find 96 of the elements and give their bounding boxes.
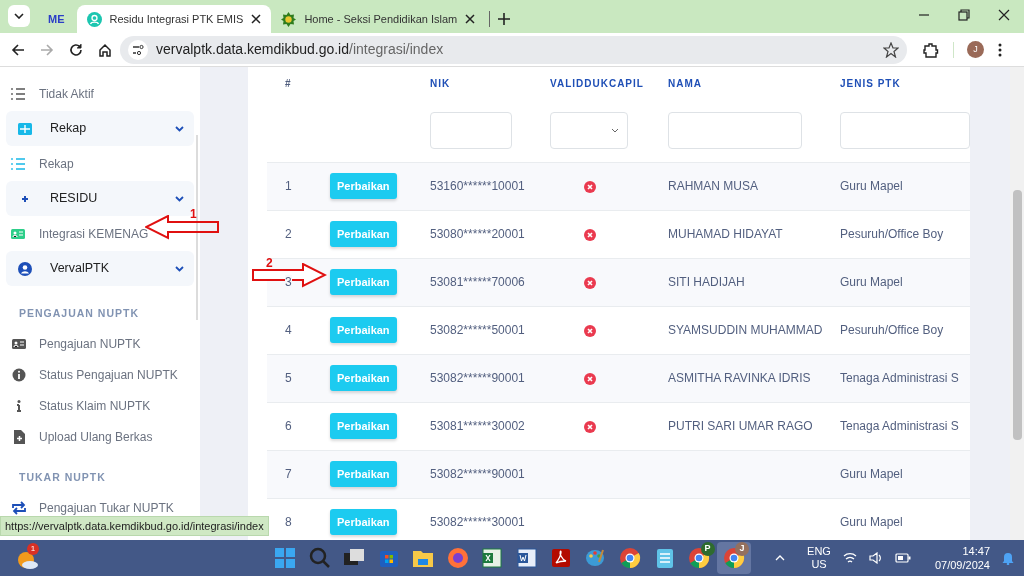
section-heading: PENGAJUAN NUPTK <box>18 306 140 322</box>
close-icon[interactable] <box>465 14 476 24</box>
menu-group[interactable]: Rekap <box>6 111 194 146</box>
column-header: # <box>284 77 293 91</box>
site-settings-icon[interactable] <box>128 39 148 60</box>
type-cell: Pesuruh/Office Boy <box>820 210 970 258</box>
row-number: 5 <box>285 371 292 385</box>
tab-title: Residu Integrasi PTK EMIS <box>109 11 244 27</box>
menu-item[interactable]: Tidak Aktif <box>6 78 194 109</box>
nik-cell: 53082******50001 <box>410 306 530 354</box>
menu-item[interactable]: Status Klaim NUPTK <box>6 390 194 421</box>
nik-cell: 53160******10001 <box>410 162 530 210</box>
nik-cell: 53082******90001 <box>410 354 530 402</box>
name-cell: MUHAMAD HIDAYAT <box>648 210 820 258</box>
list-icon <box>11 86 25 101</box>
chevron-up-icon[interactable] <box>775 555 786 561</box>
clock[interactable]: 14:47 07/09/2024 <box>934 544 990 572</box>
row-number: 6 <box>285 419 292 433</box>
menu-item[interactable]: Upload Ulang Berkas <box>6 421 194 452</box>
windows-icon[interactable] <box>273 546 298 570</box>
language-indicator[interactable]: ENG US <box>807 545 831 571</box>
id-card-icon <box>11 226 25 241</box>
row-number: 7 <box>285 467 292 481</box>
menu-icon[interactable] <box>998 42 1002 57</box>
id-card-icon <box>12 336 26 351</box>
browser-tab[interactable]: Residu Integrasi PTK EMIS <box>76 5 272 33</box>
close-icon[interactable] <box>251 14 262 24</box>
column-header: NIK <box>429 77 452 91</box>
type-cell: Tenaga Administrasi S <box>820 402 970 450</box>
filter-input[interactable] <box>668 112 802 150</box>
browser-tab[interactable]: Home - Seksi Pendidikan Islam <box>271 5 486 33</box>
address-bar[interactable]: vervalptk.data.kemdikbud.go.id/integrasi/index <box>120 35 907 64</box>
chrome-icon[interactable] <box>618 546 643 570</box>
filter-input[interactable] <box>430 112 512 150</box>
nik-cell: 53081******70006 <box>410 258 530 306</box>
name-cell: SITI HADIJAH <box>648 258 820 306</box>
column-header: NAMA <box>667 77 703 91</box>
grid-icon <box>18 121 32 136</box>
emblem-icon <box>281 11 297 27</box>
type-cell: Guru Mapel <box>820 162 970 210</box>
puzzle-icon[interactable] <box>923 41 939 58</box>
row-number: 3 <box>285 275 292 289</box>
swap-arrows-icon <box>12 500 26 515</box>
scrollbar-thumb[interactable] <box>1013 190 1022 440</box>
tab-title: Home - Seksi Pendidikan Islam <box>304 11 458 27</box>
reload-icon[interactable] <box>69 42 83 57</box>
favicon: ME <box>48 11 65 27</box>
back-icon[interactable] <box>11 42 25 57</box>
nik-cell: 53080******20001 <box>410 210 530 258</box>
home-icon[interactable] <box>98 42 112 57</box>
user-icon <box>86 11 102 27</box>
row-number: 8 <box>285 515 292 529</box>
nik-cell: 53082******90001 <box>410 450 530 498</box>
info-icon <box>12 367 26 382</box>
menu-item[interactable]: Status Pengajuan NUPTK <box>6 359 194 390</box>
battery-icon[interactable] <box>894 553 911 563</box>
browser-tab[interactable]: ME <box>36 5 77 33</box>
browser-icon[interactable] <box>445 546 470 570</box>
name-cell: RAHMAN MUSA <box>648 162 820 210</box>
profile-badge: J <box>735 542 749 556</box>
type-cell: Guru Mapel <box>820 258 970 306</box>
list-icon <box>11 156 25 171</box>
row-number: 1 <box>285 179 292 193</box>
profile-avatar[interactable]: J <box>967 41 984 58</box>
column-header: VALIDDUKCAPIL <box>549 77 645 91</box>
nik-cell: 53081******30002 <box>410 402 530 450</box>
star-icon[interactable] <box>883 41 899 58</box>
new-tab-icon[interactable] <box>498 13 511 25</box>
menu-group[interactable]: VervalPTK <box>6 251 194 286</box>
section-heading: TUKAR NUPTK <box>18 470 107 486</box>
user-circle-icon <box>18 261 32 276</box>
wifi-icon[interactable] <box>842 552 857 564</box>
file-plus-icon <box>12 429 26 444</box>
notification-bell-icon[interactable] <box>1002 551 1014 565</box>
url-text: vervalptk.data.kemdikbud.go.id/integrasi/index <box>156 40 445 59</box>
profile-badge: P <box>700 542 715 556</box>
notification-badge: 1 <box>27 543 39 555</box>
menu-item[interactable]: Pengajuan NUPTK <box>6 328 194 359</box>
document-icon[interactable] <box>514 546 539 570</box>
column-header: JENIS PTK <box>839 77 902 91</box>
spreadsheet-icon[interactable] <box>480 546 505 570</box>
chevron-down-icon <box>611 128 619 134</box>
filter-input[interactable] <box>840 112 970 150</box>
type-cell: Tenaga Administrasi S <box>820 354 970 402</box>
status-url-tooltip: https://vervalptk.data.kemdikbud.go.id/integrasi/index <box>0 515 269 536</box>
row-number: 4 <box>285 323 292 337</box>
tab-search-button[interactable] <box>8 5 30 27</box>
type-cell: Guru Mapel <box>820 450 970 498</box>
volume-icon[interactable] <box>868 552 883 564</box>
menu-item[interactable]: Rekap <box>6 148 194 179</box>
row-number: 2 <box>285 227 292 241</box>
name-cell: SYAMSUDDIN MUHAMMAD <box>648 306 820 354</box>
name-cell: PUTRI SARI UMAR RAGO <box>648 402 820 450</box>
name-cell: ASMITHA RAVINKA IDRIS <box>648 354 820 402</box>
chevron-down-icon <box>14 13 24 19</box>
annotation-number: 2 <box>266 255 273 272</box>
